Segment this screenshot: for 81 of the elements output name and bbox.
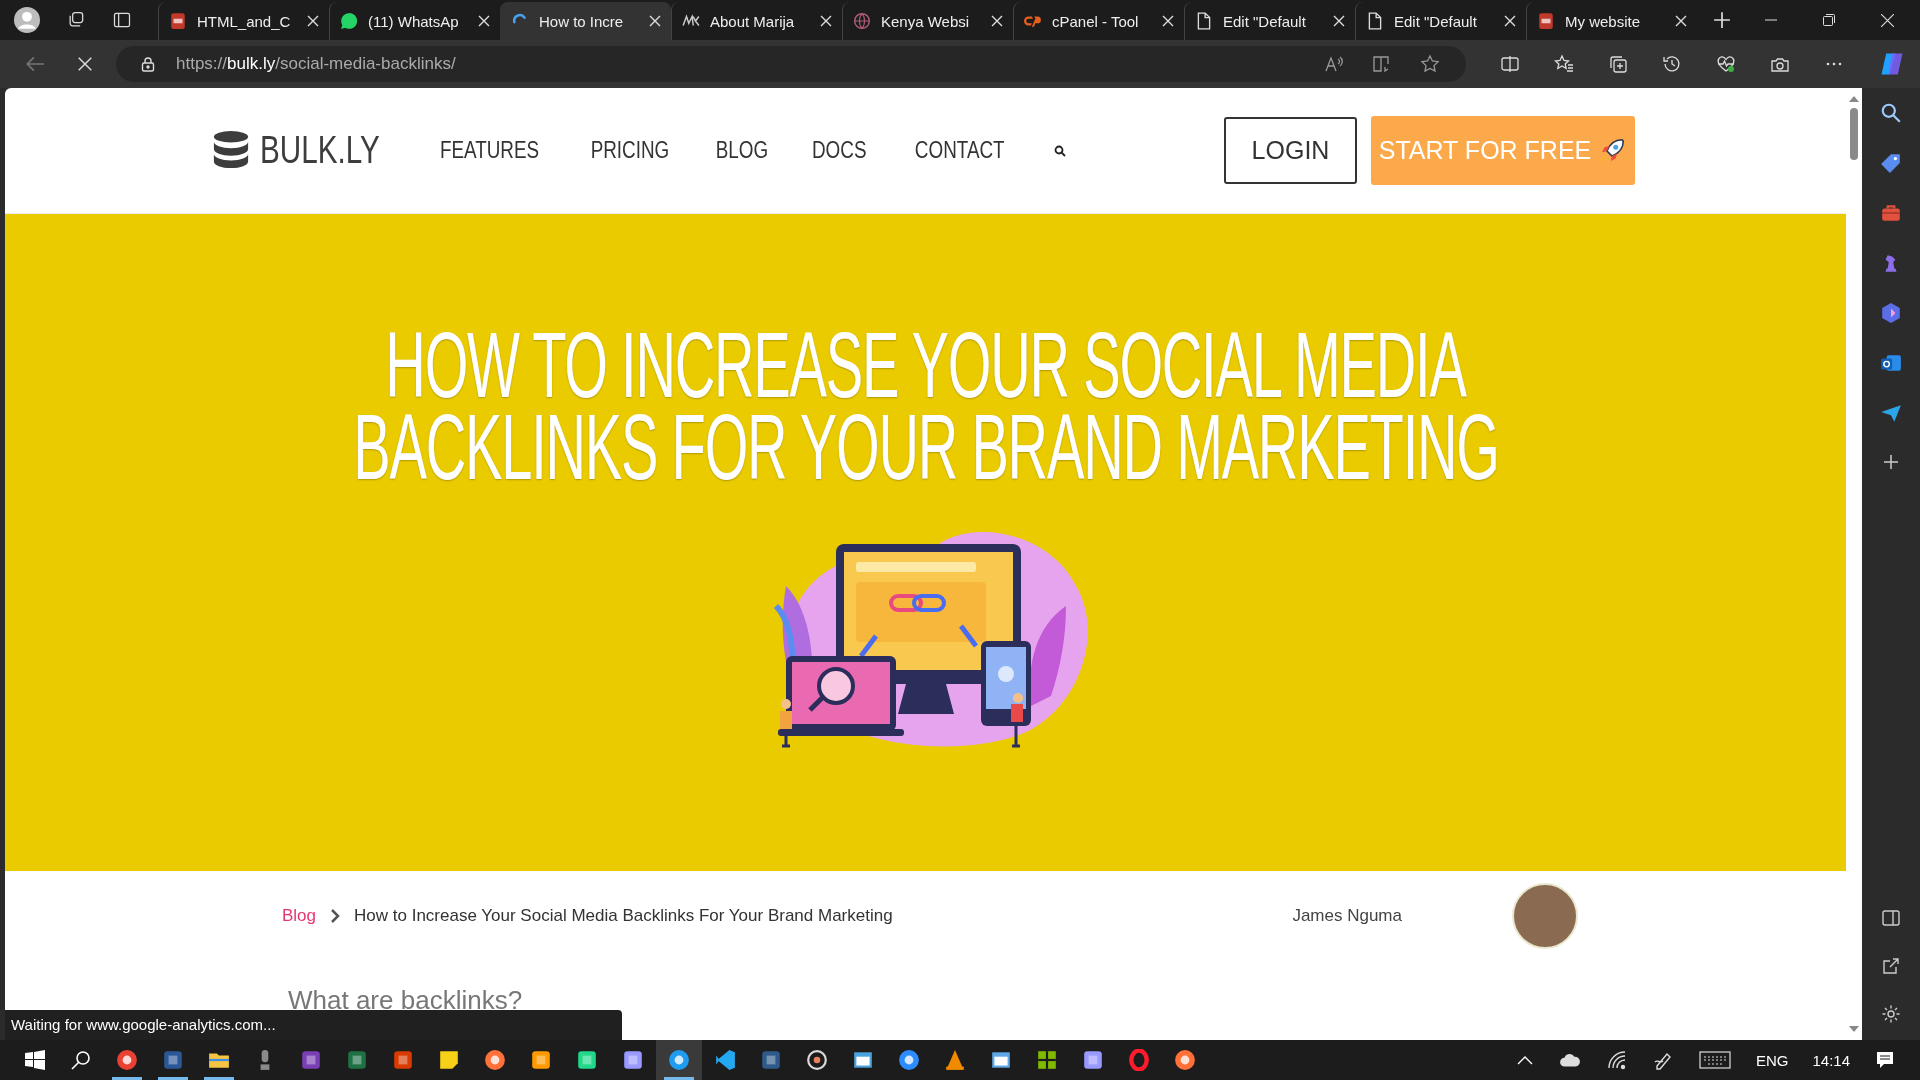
scroll-up-icon[interactable] (1849, 96, 1859, 102)
star-icon[interactable] (1420, 54, 1440, 74)
new-tab-icon[interactable] (1713, 11, 1731, 29)
tab-title: How to Incre (539, 12, 625, 30)
close-tab-icon[interactable] (1504, 15, 1516, 27)
close-tab-icon[interactable] (820, 15, 832, 27)
pen-icon[interactable] (1652, 1050, 1673, 1070)
heartbeat-icon[interactable] (1716, 54, 1736, 74)
close-icon[interactable] (1881, 13, 1894, 27)
read-aloud-icon[interactable] (1324, 54, 1344, 74)
mail-app-icon[interactable] (1880, 352, 1902, 374)
chat-bubble-icon (340, 12, 358, 30)
chevron-up-icon[interactable] (1516, 1055, 1533, 1065)
add-icon[interactable] (1881, 452, 1901, 472)
close-tab-icon[interactable] (1162, 15, 1174, 27)
url-text: https://bulk.ly/social-media-backlinks/ (176, 54, 456, 74)
wifi-icon[interactable] (1606, 1050, 1627, 1070)
profile-avatar-icon[interactable] (14, 7, 40, 33)
tab-title: About Marija (710, 12, 796, 30)
close-tab-icon[interactable] (307, 15, 319, 27)
tag-icon[interactable] (1880, 152, 1902, 174)
nav-link[interactable]: FEATURES (440, 137, 540, 164)
search-icon[interactable] (1880, 102, 1902, 124)
search-icon[interactable] (1054, 144, 1067, 157)
author-name: James Nguma (1292, 906, 1402, 926)
nav-link[interactable]: PRICING (591, 137, 670, 164)
nav-link[interactable]: BLOG (716, 137, 769, 164)
tab-title: Edit "Default (1223, 12, 1307, 30)
login-button[interactable]: LOGIN (1224, 117, 1357, 184)
status-bubble: Waiting for www.google-analytics.com... (5, 1010, 622, 1040)
close-tab-icon[interactable] (1333, 15, 1345, 27)
notification-icon[interactable] (1875, 1050, 1895, 1070)
history-icon[interactable] (1662, 54, 1682, 74)
tab-title: Edit "Default (1394, 12, 1478, 30)
clock[interactable]: 14:14 (1812, 1051, 1850, 1069)
split-screen-icon[interactable] (1500, 54, 1520, 74)
language-indicator[interactable]: ENG (1755, 1051, 1789, 1069)
settings-icon[interactable] (1881, 1004, 1901, 1024)
external-link-icon[interactable] (1881, 956, 1901, 976)
paper-plane-icon[interactable] (1880, 402, 1902, 424)
tab-title: HTML_and_C (197, 12, 292, 30)
collections-icon[interactable] (1608, 54, 1628, 74)
chevron-right-icon (330, 909, 341, 923)
hexagon-logo-icon[interactable] (1880, 302, 1902, 324)
breadcrumb-current: How to Increase Your Social Media Backlinks For Your Brand Marketing (354, 906, 893, 926)
close-tab-icon[interactable] (478, 15, 490, 27)
pdf-file-icon (1537, 12, 1555, 30)
tab-title: (11) WhatsAp (368, 12, 460, 30)
scrollbar-thumb[interactable] (1850, 108, 1858, 160)
lock-icon (140, 55, 156, 73)
search-icon[interactable] (71, 1050, 91, 1070)
keyboard-icon[interactable] (1698, 1051, 1731, 1069)
close-tab-icon[interactable] (991, 15, 1003, 27)
restore-icon[interactable] (1823, 14, 1835, 26)
pdf-file-icon (169, 12, 187, 30)
tab-title: cPanel - Tool (1052, 12, 1140, 30)
taskbar-app[interactable] (656, 1040, 702, 1080)
nav-link[interactable]: CONTACT (914, 137, 1005, 164)
cloud-icon[interactable] (1558, 1052, 1581, 1068)
nav-link[interactable]: DOCS (812, 137, 867, 164)
breadcrumb-link[interactable]: Blog (282, 906, 317, 926)
close-tab-icon[interactable] (649, 15, 661, 27)
stop-loading-icon[interactable] (76, 55, 94, 73)
scroll-down-icon[interactable] (1849, 1026, 1859, 1032)
favorites-icon[interactable] (1554, 54, 1574, 74)
page-icon (1195, 12, 1213, 30)
address-bar[interactable]: https://bulk.ly/social-media-backlinks/ (116, 46, 1466, 82)
tab-actions-icon[interactable] (112, 10, 132, 30)
site-logo-text[interactable]: BULK.LY (260, 129, 380, 172)
hero-title-line: BACKLINKS FOR YOUR BRAND MARKETING (352, 406, 1499, 488)
close-tab-icon[interactable] (1675, 15, 1687, 27)
hero-title-line: HOW TO INCREASE YOUR SOCIAL MEDIA (385, 324, 1466, 406)
tab-title: My website (1565, 12, 1642, 30)
start-icon[interactable] (25, 1050, 45, 1070)
tab-title: Kenya Websi (881, 12, 971, 30)
browser-tab[interactable]: How to Incre (500, 2, 671, 40)
sidebar-panel-icon[interactable] (1881, 908, 1901, 928)
reader-view-icon[interactable] (1372, 54, 1392, 74)
page-icon (1366, 12, 1384, 30)
globe-icon (853, 12, 871, 30)
briefcase-icon[interactable] (1880, 202, 1902, 224)
